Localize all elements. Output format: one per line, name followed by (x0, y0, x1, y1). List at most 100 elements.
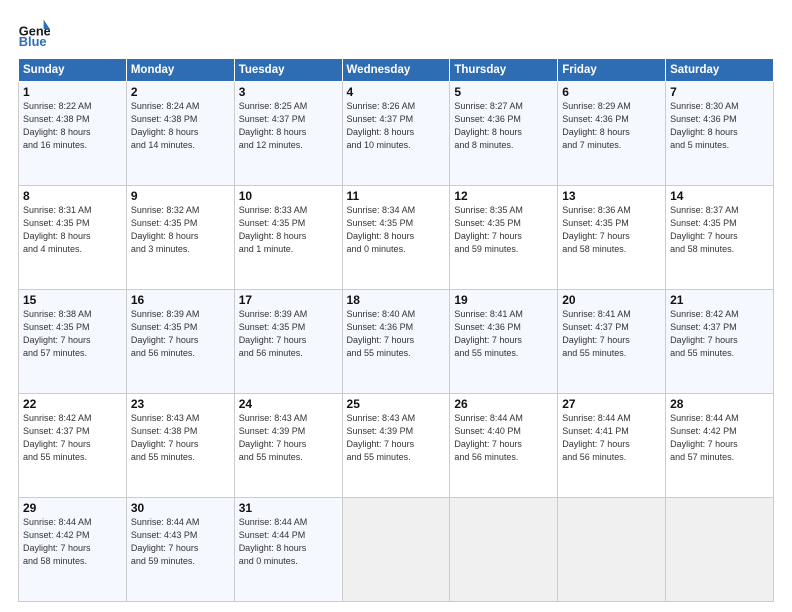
calendar-cell: 29Sunrise: 8:44 AM Sunset: 4:42 PM Dayli… (19, 498, 127, 602)
day-info: Sunrise: 8:41 AM Sunset: 4:37 PM Dayligh… (562, 308, 661, 360)
day-number: 27 (562, 397, 661, 411)
day-info: Sunrise: 8:22 AM Sunset: 4:38 PM Dayligh… (23, 100, 122, 152)
calendar-cell (558, 498, 666, 602)
day-number: 29 (23, 501, 122, 515)
calendar-cell: 19Sunrise: 8:41 AM Sunset: 4:36 PM Dayli… (450, 290, 558, 394)
day-number: 11 (347, 189, 446, 203)
calendar-cell: 25Sunrise: 8:43 AM Sunset: 4:39 PM Dayli… (342, 394, 450, 498)
calendar-cell: 31Sunrise: 8:44 AM Sunset: 4:44 PM Dayli… (234, 498, 342, 602)
day-info: Sunrise: 8:44 AM Sunset: 4:42 PM Dayligh… (670, 412, 769, 464)
day-info: Sunrise: 8:29 AM Sunset: 4:36 PM Dayligh… (562, 100, 661, 152)
day-info: Sunrise: 8:42 AM Sunset: 4:37 PM Dayligh… (23, 412, 122, 464)
day-number: 28 (670, 397, 769, 411)
calendar-cell: 21Sunrise: 8:42 AM Sunset: 4:37 PM Dayli… (666, 290, 774, 394)
day-number: 13 (562, 189, 661, 203)
day-info: Sunrise: 8:44 AM Sunset: 4:40 PM Dayligh… (454, 412, 553, 464)
calendar-cell: 9Sunrise: 8:32 AM Sunset: 4:35 PM Daylig… (126, 186, 234, 290)
day-number: 30 (131, 501, 230, 515)
day-number: 4 (347, 85, 446, 99)
calendar-cell: 16Sunrise: 8:39 AM Sunset: 4:35 PM Dayli… (126, 290, 234, 394)
day-number: 12 (454, 189, 553, 203)
calendar-cell: 28Sunrise: 8:44 AM Sunset: 4:42 PM Dayli… (666, 394, 774, 498)
calendar-cell: 23Sunrise: 8:43 AM Sunset: 4:38 PM Dayli… (126, 394, 234, 498)
col-header-wednesday: Wednesday (342, 59, 450, 82)
day-number: 17 (239, 293, 338, 307)
calendar-cell: 17Sunrise: 8:39 AM Sunset: 4:35 PM Dayli… (234, 290, 342, 394)
day-info: Sunrise: 8:43 AM Sunset: 4:38 PM Dayligh… (131, 412, 230, 464)
day-info: Sunrise: 8:44 AM Sunset: 4:43 PM Dayligh… (131, 516, 230, 568)
day-info: Sunrise: 8:39 AM Sunset: 4:35 PM Dayligh… (239, 308, 338, 360)
calendar-cell (342, 498, 450, 602)
day-info: Sunrise: 8:43 AM Sunset: 4:39 PM Dayligh… (347, 412, 446, 464)
day-number: 1 (23, 85, 122, 99)
calendar: SundayMondayTuesdayWednesdayThursdayFrid… (18, 58, 774, 602)
calendar-cell (450, 498, 558, 602)
calendar-cell (666, 498, 774, 602)
calendar-cell: 20Sunrise: 8:41 AM Sunset: 4:37 PM Dayli… (558, 290, 666, 394)
calendar-cell: 18Sunrise: 8:40 AM Sunset: 4:36 PM Dayli… (342, 290, 450, 394)
day-info: Sunrise: 8:44 AM Sunset: 4:44 PM Dayligh… (239, 516, 338, 568)
calendar-cell: 14Sunrise: 8:37 AM Sunset: 4:35 PM Dayli… (666, 186, 774, 290)
calendar-week-1: 1Sunrise: 8:22 AM Sunset: 4:38 PM Daylig… (19, 82, 774, 186)
day-number: 5 (454, 85, 553, 99)
calendar-cell: 15Sunrise: 8:38 AM Sunset: 4:35 PM Dayli… (19, 290, 127, 394)
col-header-sunday: Sunday (19, 59, 127, 82)
day-number: 7 (670, 85, 769, 99)
calendar-cell: 4Sunrise: 8:26 AM Sunset: 4:37 PM Daylig… (342, 82, 450, 186)
day-number: 10 (239, 189, 338, 203)
day-number: 3 (239, 85, 338, 99)
calendar-cell: 12Sunrise: 8:35 AM Sunset: 4:35 PM Dayli… (450, 186, 558, 290)
calendar-cell: 13Sunrise: 8:36 AM Sunset: 4:35 PM Dayli… (558, 186, 666, 290)
logo: General Blue (18, 18, 50, 50)
day-info: Sunrise: 8:44 AM Sunset: 4:41 PM Dayligh… (562, 412, 661, 464)
day-info: Sunrise: 8:41 AM Sunset: 4:36 PM Dayligh… (454, 308, 553, 360)
calendar-week-5: 29Sunrise: 8:44 AM Sunset: 4:42 PM Dayli… (19, 498, 774, 602)
day-info: Sunrise: 8:43 AM Sunset: 4:39 PM Dayligh… (239, 412, 338, 464)
calendar-cell: 30Sunrise: 8:44 AM Sunset: 4:43 PM Dayli… (126, 498, 234, 602)
calendar-cell: 11Sunrise: 8:34 AM Sunset: 4:35 PM Dayli… (342, 186, 450, 290)
day-info: Sunrise: 8:31 AM Sunset: 4:35 PM Dayligh… (23, 204, 122, 256)
day-info: Sunrise: 8:39 AM Sunset: 4:35 PM Dayligh… (131, 308, 230, 360)
col-header-monday: Monday (126, 59, 234, 82)
col-header-tuesday: Tuesday (234, 59, 342, 82)
calendar-cell: 5Sunrise: 8:27 AM Sunset: 4:36 PM Daylig… (450, 82, 558, 186)
day-number: 18 (347, 293, 446, 307)
svg-text:Blue: Blue (19, 34, 47, 49)
day-number: 16 (131, 293, 230, 307)
calendar-cell: 22Sunrise: 8:42 AM Sunset: 4:37 PM Dayli… (19, 394, 127, 498)
day-info: Sunrise: 8:24 AM Sunset: 4:38 PM Dayligh… (131, 100, 230, 152)
calendar-cell: 27Sunrise: 8:44 AM Sunset: 4:41 PM Dayli… (558, 394, 666, 498)
col-header-saturday: Saturday (666, 59, 774, 82)
day-number: 15 (23, 293, 122, 307)
day-info: Sunrise: 8:27 AM Sunset: 4:36 PM Dayligh… (454, 100, 553, 152)
day-info: Sunrise: 8:26 AM Sunset: 4:37 PM Dayligh… (347, 100, 446, 152)
day-info: Sunrise: 8:34 AM Sunset: 4:35 PM Dayligh… (347, 204, 446, 256)
day-number: 21 (670, 293, 769, 307)
logo-icon: General Blue (18, 18, 50, 50)
day-number: 23 (131, 397, 230, 411)
day-info: Sunrise: 8:37 AM Sunset: 4:35 PM Dayligh… (670, 204, 769, 256)
calendar-cell: 7Sunrise: 8:30 AM Sunset: 4:36 PM Daylig… (666, 82, 774, 186)
day-number: 31 (239, 501, 338, 515)
day-number: 24 (239, 397, 338, 411)
day-number: 25 (347, 397, 446, 411)
day-info: Sunrise: 8:25 AM Sunset: 4:37 PM Dayligh… (239, 100, 338, 152)
header: General Blue (18, 18, 774, 50)
day-number: 14 (670, 189, 769, 203)
calendar-cell: 1Sunrise: 8:22 AM Sunset: 4:38 PM Daylig… (19, 82, 127, 186)
day-number: 19 (454, 293, 553, 307)
calendar-week-3: 15Sunrise: 8:38 AM Sunset: 4:35 PM Dayli… (19, 290, 774, 394)
page: General Blue SundayMondayTuesdayWednesda… (0, 0, 792, 612)
day-info: Sunrise: 8:35 AM Sunset: 4:35 PM Dayligh… (454, 204, 553, 256)
day-info: Sunrise: 8:40 AM Sunset: 4:36 PM Dayligh… (347, 308, 446, 360)
day-number: 20 (562, 293, 661, 307)
day-info: Sunrise: 8:30 AM Sunset: 4:36 PM Dayligh… (670, 100, 769, 152)
column-headers: SundayMondayTuesdayWednesdayThursdayFrid… (19, 59, 774, 82)
day-number: 22 (23, 397, 122, 411)
calendar-cell: 6Sunrise: 8:29 AM Sunset: 4:36 PM Daylig… (558, 82, 666, 186)
day-info: Sunrise: 8:38 AM Sunset: 4:35 PM Dayligh… (23, 308, 122, 360)
day-info: Sunrise: 8:32 AM Sunset: 4:35 PM Dayligh… (131, 204, 230, 256)
calendar-week-4: 22Sunrise: 8:42 AM Sunset: 4:37 PM Dayli… (19, 394, 774, 498)
calendar-cell: 26Sunrise: 8:44 AM Sunset: 4:40 PM Dayli… (450, 394, 558, 498)
calendar-cell: 10Sunrise: 8:33 AM Sunset: 4:35 PM Dayli… (234, 186, 342, 290)
